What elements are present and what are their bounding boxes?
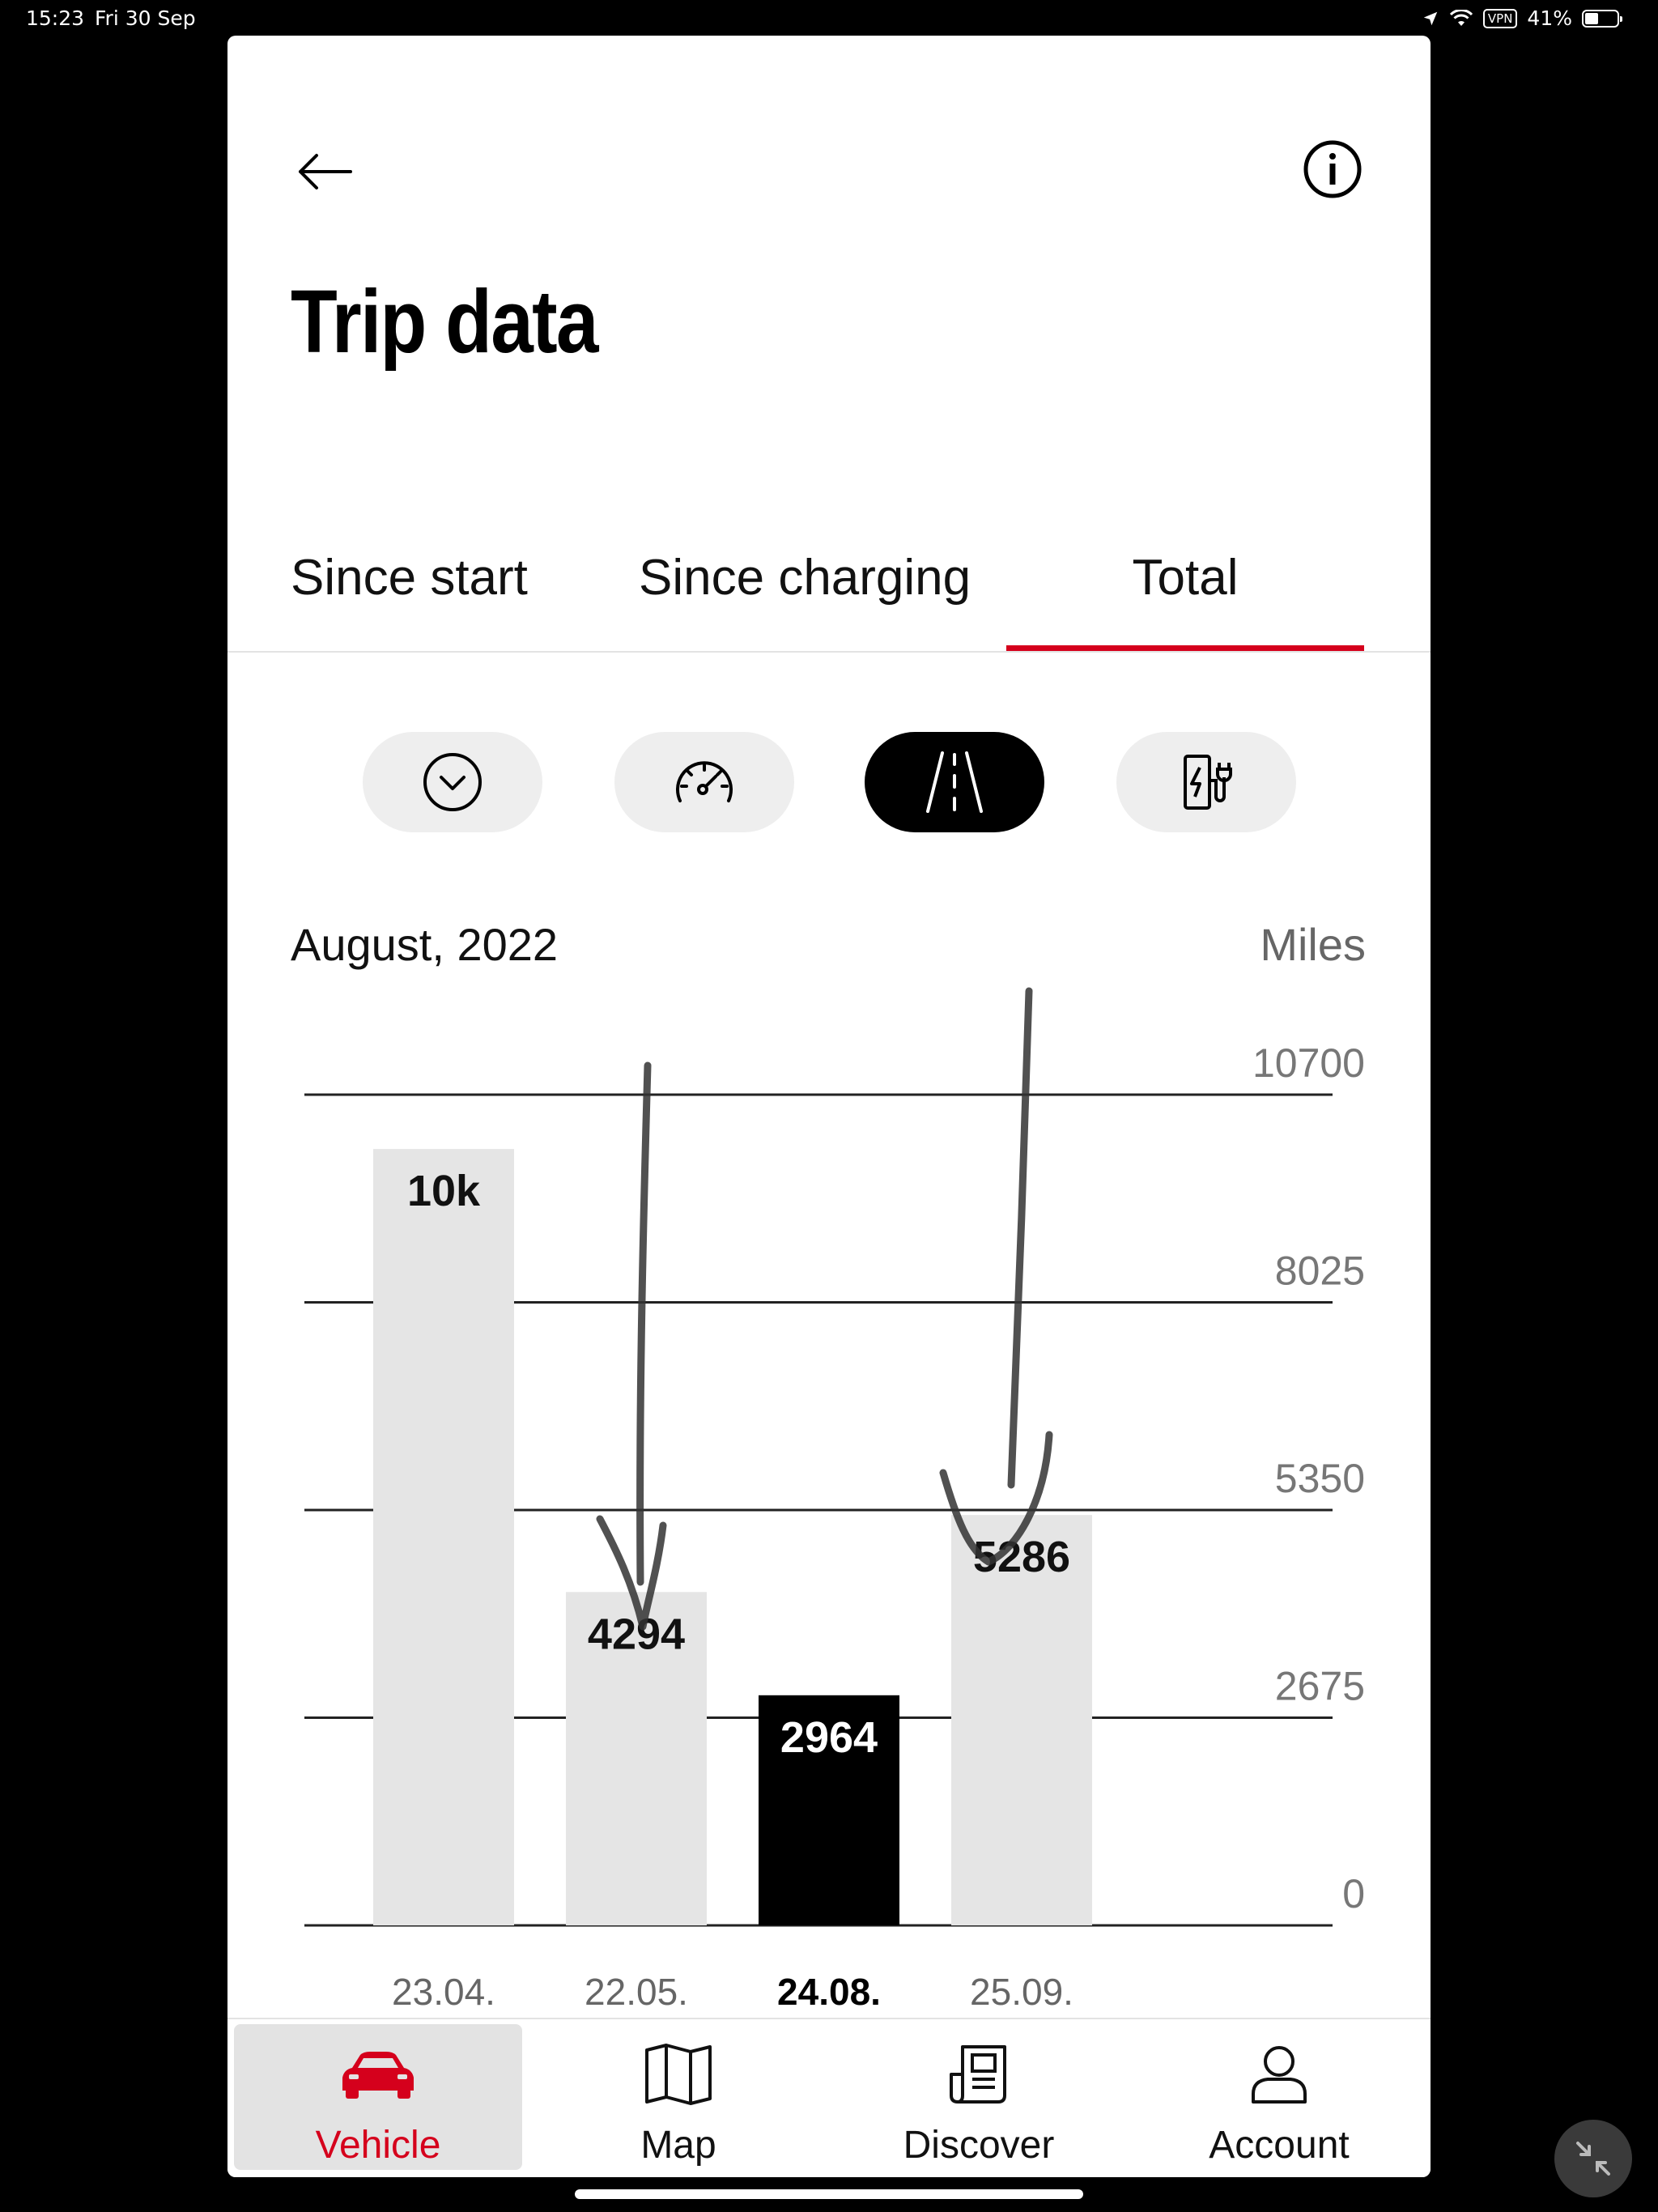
x-tick-label[interactable]: 22.05. xyxy=(585,1971,688,2011)
bar-value-label: 2964 xyxy=(780,1713,878,1762)
charging-station-icon xyxy=(1184,755,1232,810)
hand-drawn-arrow xyxy=(596,1061,667,1631)
y-tick-label: 10700 xyxy=(1252,1040,1365,1086)
app-window: Trip data Since start Since charging Tot… xyxy=(227,36,1431,2177)
chart-bar[interactable] xyxy=(373,1149,514,1925)
x-tick-label[interactable]: 24.08. xyxy=(777,1971,881,2011)
nav-map[interactable]: Map xyxy=(534,2024,823,2170)
x-tick-label[interactable]: 23.04. xyxy=(392,1971,495,2011)
y-tick-label: 5350 xyxy=(1275,1456,1365,1501)
tab-since-charging[interactable]: Since charging xyxy=(639,538,971,649)
x-tick-label[interactable]: 25.09. xyxy=(970,1971,1073,2011)
vpn-badge: VPN xyxy=(1482,8,1518,28)
nav-label: Account xyxy=(1209,2124,1350,2167)
metric-button-charging[interactable] xyxy=(1116,732,1296,832)
bar-value-label: 10k xyxy=(407,1167,481,1215)
metric-button-speed[interactable] xyxy=(614,732,794,832)
tab-bar: Since start Since charging Total xyxy=(227,538,1431,653)
location-arrow-icon xyxy=(1423,11,1438,25)
status-time: 15:23 xyxy=(26,6,85,30)
nav-label: Vehicle xyxy=(315,2124,441,2167)
trip-distance-chart: 0 2675 5350 8025 10700 10k 23.04. 4294 22.05. 296… xyxy=(304,987,1365,2011)
speedometer-icon xyxy=(676,761,733,802)
metric-button-overview[interactable] xyxy=(363,732,542,832)
minimize-button[interactable] xyxy=(1554,2120,1632,2197)
map-icon xyxy=(645,2044,712,2105)
tab-label: Since start xyxy=(291,550,528,606)
user-icon xyxy=(1252,2046,1307,2104)
hand-drawn-arrow xyxy=(939,987,1053,1566)
car-icon xyxy=(342,2052,414,2099)
arrow-left-icon xyxy=(299,154,352,189)
nav-label: Map xyxy=(640,2124,716,2167)
tab-label: Total xyxy=(1132,550,1239,606)
nav-vehicle[interactable]: Vehicle xyxy=(234,2024,522,2170)
y-tick-label: 8025 xyxy=(1275,1249,1365,1294)
battery-percent: 41% xyxy=(1527,6,1572,30)
back-button[interactable] xyxy=(292,139,357,204)
y-tick-label: 0 xyxy=(1342,1871,1365,1916)
active-tab-indicator xyxy=(1006,645,1364,651)
news-icon xyxy=(950,2045,1006,2104)
bottom-nav: Vehicle Map Discover Account xyxy=(227,2018,1431,2177)
wifi-icon xyxy=(1449,9,1473,26)
collapse-arrows-icon xyxy=(1576,2142,1610,2176)
y-tick-label: 2675 xyxy=(1275,1664,1365,1709)
info-icon xyxy=(1303,140,1362,198)
chart-unit-label: Miles xyxy=(1260,919,1366,970)
tab-label: Since charging xyxy=(639,550,971,606)
tab-since-start[interactable]: Since start xyxy=(291,538,528,649)
tab-total[interactable]: Total xyxy=(1006,538,1364,651)
page-title: Trip data xyxy=(291,272,598,372)
chart-period-label: August, 2022 xyxy=(291,919,559,970)
bar-value-label: 4294 xyxy=(588,1610,685,1658)
nav-discover[interactable]: Discover xyxy=(835,2024,1123,2170)
battery-icon xyxy=(1582,9,1622,28)
metric-button-distance[interactable] xyxy=(865,732,1044,832)
status-right: VPN 41% xyxy=(1422,6,1622,30)
status-bar: 15:23 Fri 30 Sep VPN 41% xyxy=(0,0,1658,37)
road-icon xyxy=(926,751,983,813)
nav-account[interactable]: Account xyxy=(1135,2024,1423,2170)
home-indicator[interactable] xyxy=(575,2189,1083,2199)
status-date: Fri 30 Sep xyxy=(95,6,196,30)
chevron-down-circle-icon xyxy=(423,753,482,811)
info-button[interactable] xyxy=(1300,137,1365,202)
nav-label: Discover xyxy=(903,2124,1055,2167)
